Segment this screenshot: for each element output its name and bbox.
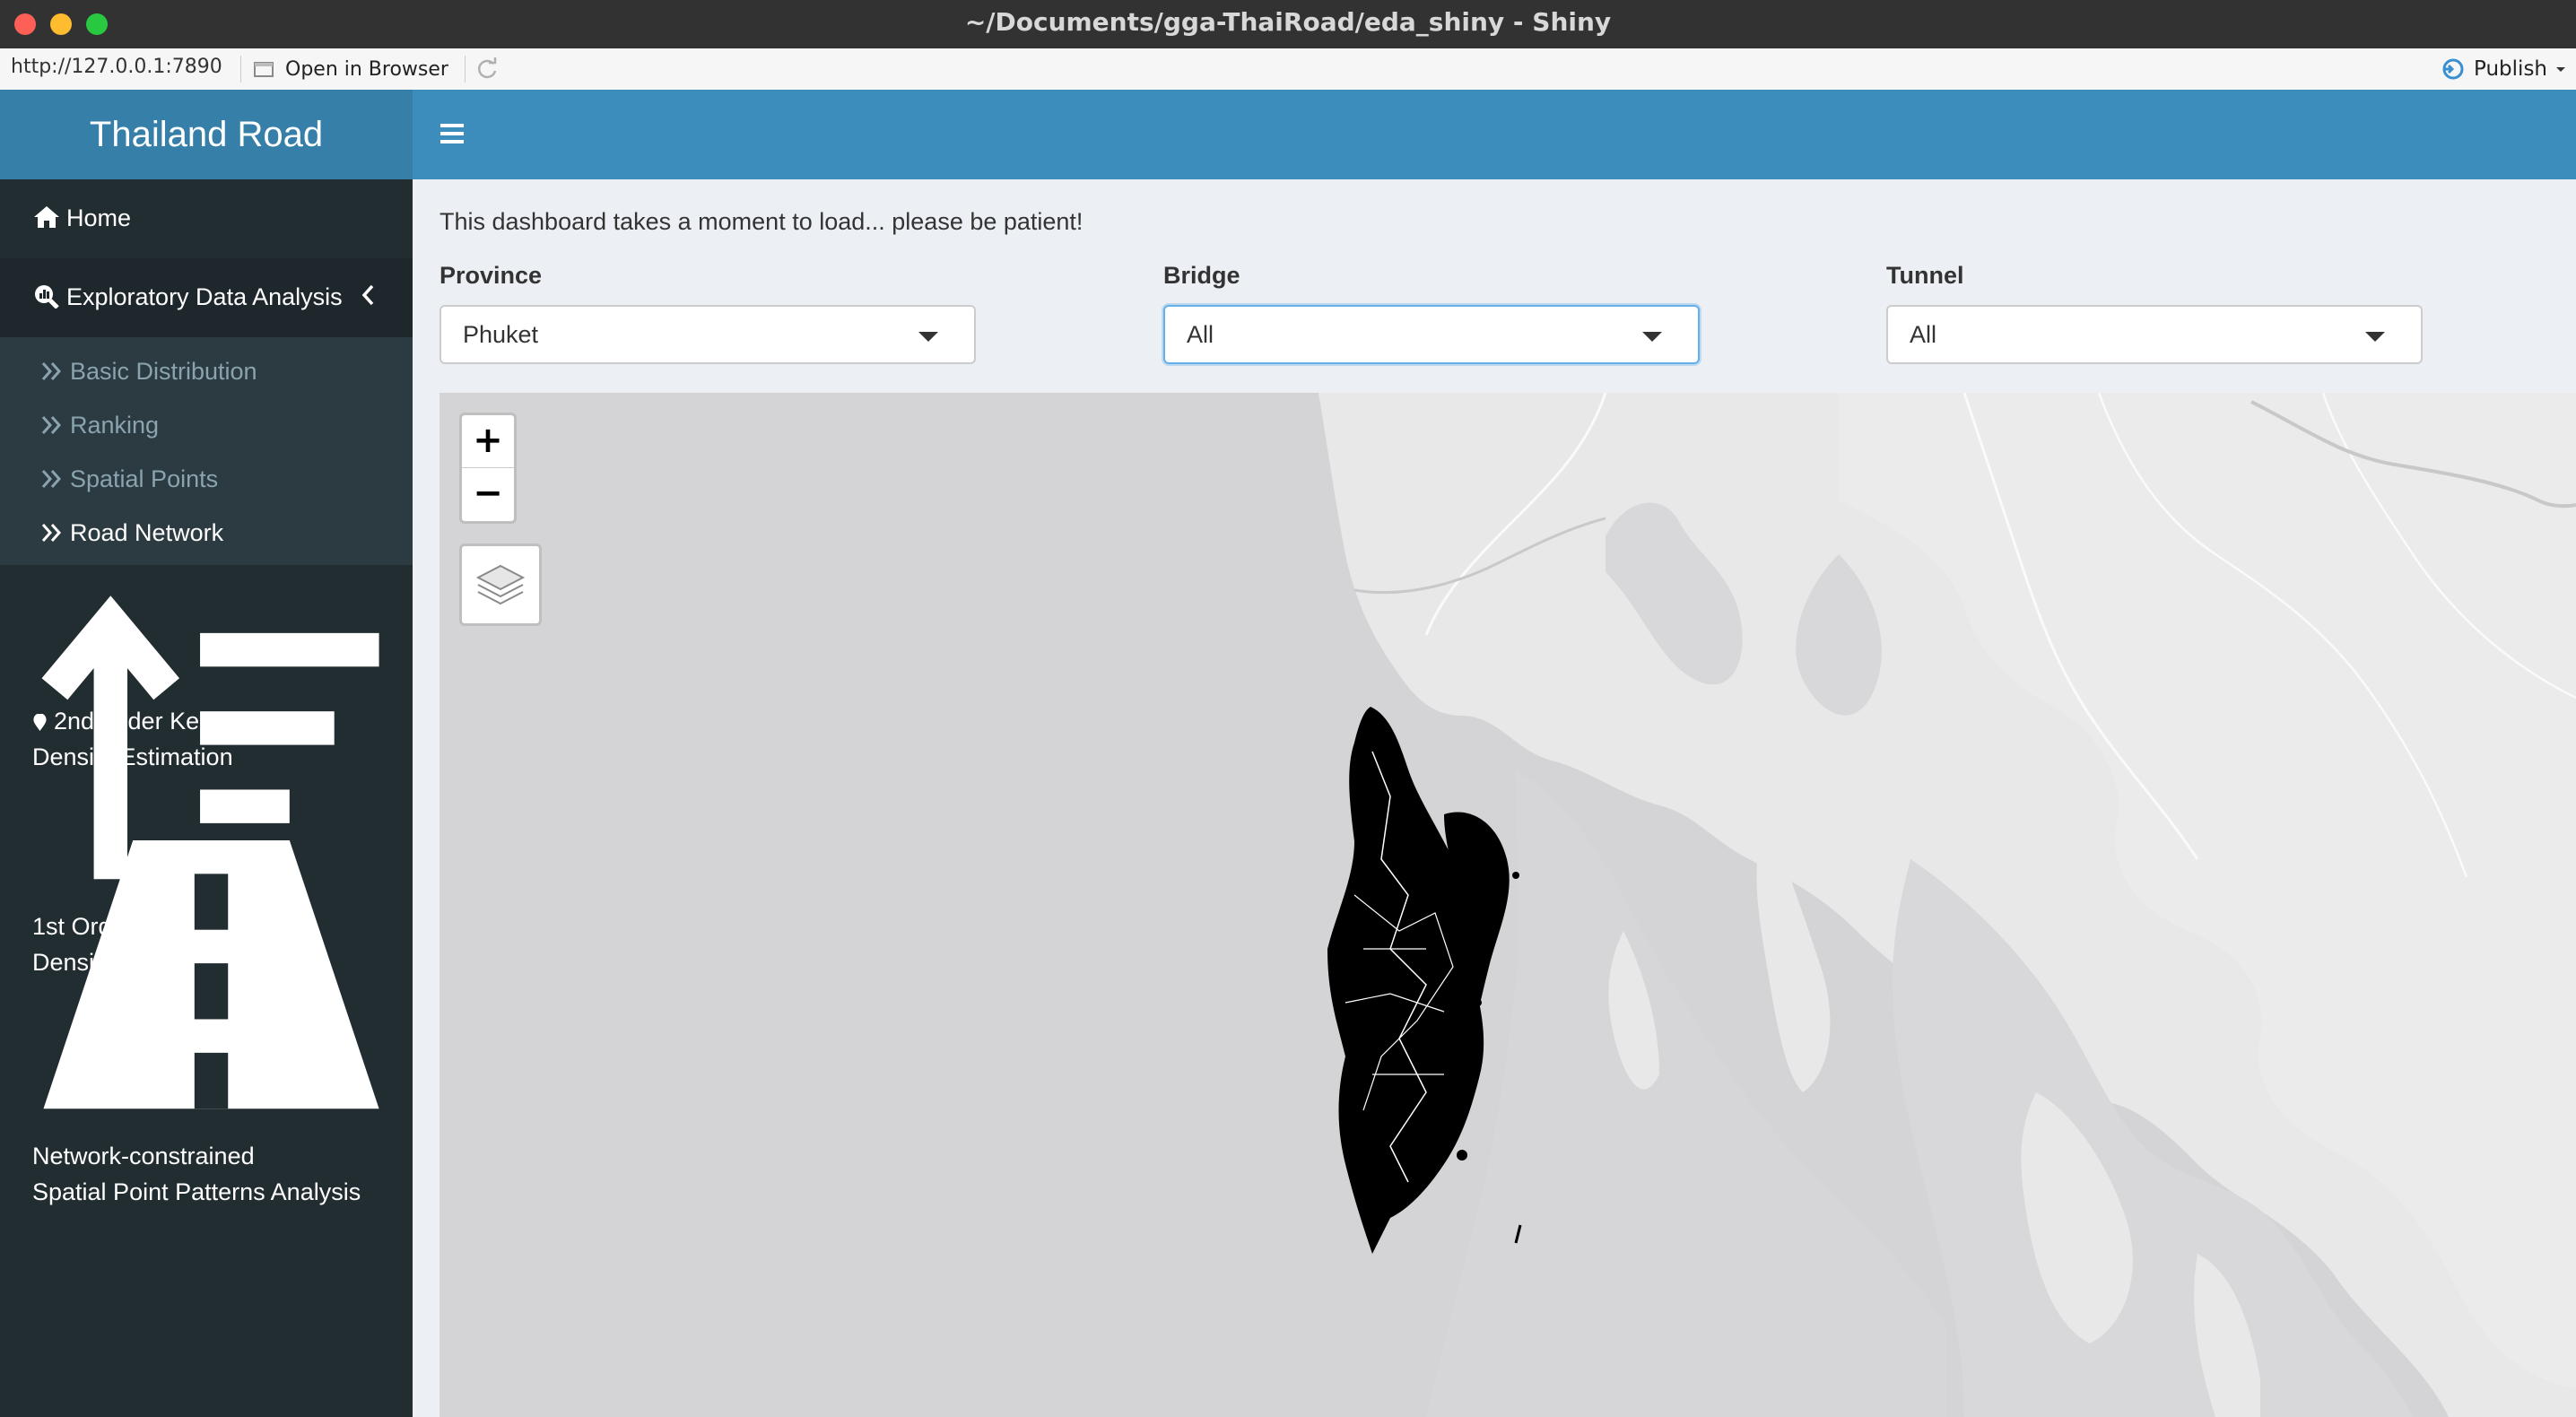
bridge-label: Bridge [1163, 262, 1240, 289]
sidebar-item-label: Basic Distribution [70, 357, 257, 385]
search-chart-icon [35, 285, 59, 309]
chevron-down-icon[interactable] [2554, 65, 2567, 74]
sidebar-item-eda[interactable]: Exploratory Data Analysis [0, 258, 413, 337]
province-select-value: Phuket [463, 321, 539, 348]
sidebar-item-spatial-points[interactable]: Spatial Points [0, 452, 413, 506]
publish-icon [2442, 58, 2464, 80]
zoom-control: + − [459, 413, 517, 524]
sidebar-item-label: Spatial Points [70, 465, 219, 492]
double-chevron-icon [41, 524, 62, 542]
loading-notice: This dashboard takes a moment to load...… [439, 208, 1083, 235]
sidebar-item-ranking[interactable]: Ranking [0, 398, 413, 452]
sidebar: Thailand Road Home Exploratory Data Anal… [0, 90, 413, 1417]
sidebar-item-label: Network-constrained [32, 1143, 255, 1170]
zoom-in-button[interactable]: + [462, 415, 514, 468]
window-titlebar: ~/Documents/gga-ThaiRoad/eda_shiny - Shi… [0, 0, 2576, 49]
caret-down-icon [918, 332, 938, 342]
caret-down-icon [2365, 332, 2385, 342]
toolbar-divider [240, 56, 241, 83]
bridge-select[interactable]: All [1163, 305, 1700, 364]
main-content: This dashboard takes a moment to load...… [413, 179, 2576, 1417]
open-in-browser-button[interactable]: Open in Browser [253, 54, 448, 84]
eda-submenu: Basic Distribution Ranking Spatial Point… [0, 337, 413, 565]
islet [1475, 999, 1482, 1006]
caret-down-icon [1642, 332, 1662, 342]
double-chevron-icon [41, 416, 62, 434]
sidebar-item-label: Home [66, 204, 132, 231]
basemap [1318, 393, 2576, 1417]
tunnel-select-value: All [1910, 321, 1937, 348]
sidebar-item-home[interactable]: Home [0, 179, 413, 258]
sidebar-item-basic-distribution[interactable]: Basic Distribution [0, 344, 413, 398]
app-brand[interactable]: Thailand Road [0, 90, 413, 179]
sidebar-item-label: 2nd Order Kernel [54, 708, 240, 735]
road-icon [43, 839, 379, 1109]
islet [1512, 872, 1519, 879]
hamburger-icon[interactable] [439, 120, 465, 147]
refresh-icon[interactable] [474, 56, 500, 83]
province-label: Province [439, 262, 543, 289]
toolbar-divider [465, 56, 466, 83]
phuket-island [1327, 707, 1484, 1254]
publish-label: Publish [2474, 57, 2547, 81]
sidebar-item-1st-order-kde[interactable]: 1st Order Kernel Density Estimation [0, 565, 413, 976]
sidebar-menu: Home Exploratory Data Analysis Basic Dis… [0, 179, 413, 1205]
leaflet-map[interactable]: + − [439, 393, 2576, 1417]
sidebar-item-label: Road Network [70, 518, 224, 546]
double-chevron-icon [41, 362, 62, 380]
layers-icon [475, 564, 526, 605]
home-icon [34, 206, 59, 228]
sidebar-item-label: Ranking [70, 411, 160, 439]
sidebar-item-label: Density Estimation [32, 743, 233, 770]
double-chevron-icon [41, 470, 62, 488]
top-header [413, 90, 2576, 179]
tunnel-select[interactable]: All [1886, 305, 2423, 364]
chevron-left-icon [361, 284, 374, 306]
url-text[interactable]: http://127.0.0.1:7890 [11, 56, 222, 78]
layers-control-button[interactable] [459, 543, 542, 626]
open-in-browser-label: Open in Browser [285, 57, 448, 81]
window-title: ~/Documents/gga-ThaiRoad/eda_shiny - Shi… [964, 7, 1612, 37]
map-marker-icon [33, 713, 47, 732]
publish-button[interactable]: Publish [2440, 54, 2567, 84]
islet [1493, 846, 1502, 855]
sidebar-item-label: Exploratory Data Analysis [66, 283, 343, 310]
tunnel-label: Tunnel [1886, 262, 1964, 289]
zoom-out-button[interactable]: − [462, 468, 514, 520]
open-browser-icon [254, 62, 274, 77]
islet [1457, 1150, 1467, 1161]
province-select[interactable]: Phuket [439, 305, 976, 364]
bridge-select-value: All [1187, 321, 1214, 348]
sidebar-item-label: Spatial Point Patterns Analysis [32, 1178, 361, 1206]
viewer-toolbar: http://127.0.0.1:7890 Open in Browser Pu… [0, 48, 2576, 91]
sidebar-item-road-network[interactable]: Road Network [0, 506, 413, 560]
